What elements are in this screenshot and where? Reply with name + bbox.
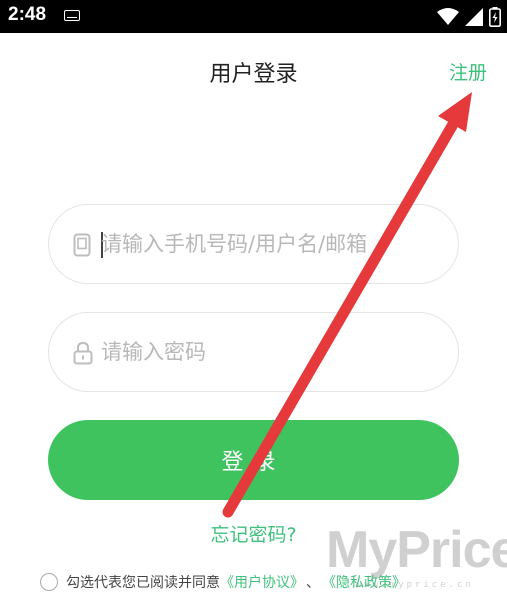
watermark-url: www.myprice.cn: [356, 580, 474, 590]
lock-icon: [73, 341, 93, 365]
phone-field[interactable]: [48, 204, 459, 284]
password-field[interactable]: [48, 312, 459, 392]
register-link[interactable]: 注册: [449, 58, 487, 85]
agreement-separator: 、: [306, 575, 320, 591]
annotation-arrow-icon: [222, 92, 472, 518]
keyboard-icon: [64, 10, 80, 21]
login-button[interactable]: 登录: [48, 420, 459, 500]
agreement-checkbox[interactable]: [40, 573, 58, 591]
password-input[interactable]: [101, 313, 451, 391]
signal-icon: [465, 8, 483, 26]
phone-icon: [73, 233, 91, 257]
page-title: 用户登录: [209, 62, 298, 87]
status-time: 2:48: [8, 4, 47, 25]
status-bar: 2:48: [0, 0, 507, 33]
watermark-logo: MyPrice: [326, 521, 507, 579]
agreement-text: 勾选代表您已阅读并同意: [66, 575, 220, 591]
phone-input[interactable]: [101, 205, 451, 283]
battery-icon: [489, 7, 501, 27]
status-icons: [437, 6, 501, 28]
user-agreement-link[interactable]: 《用户协议》: [220, 572, 304, 592]
wifi-icon: [437, 8, 459, 25]
